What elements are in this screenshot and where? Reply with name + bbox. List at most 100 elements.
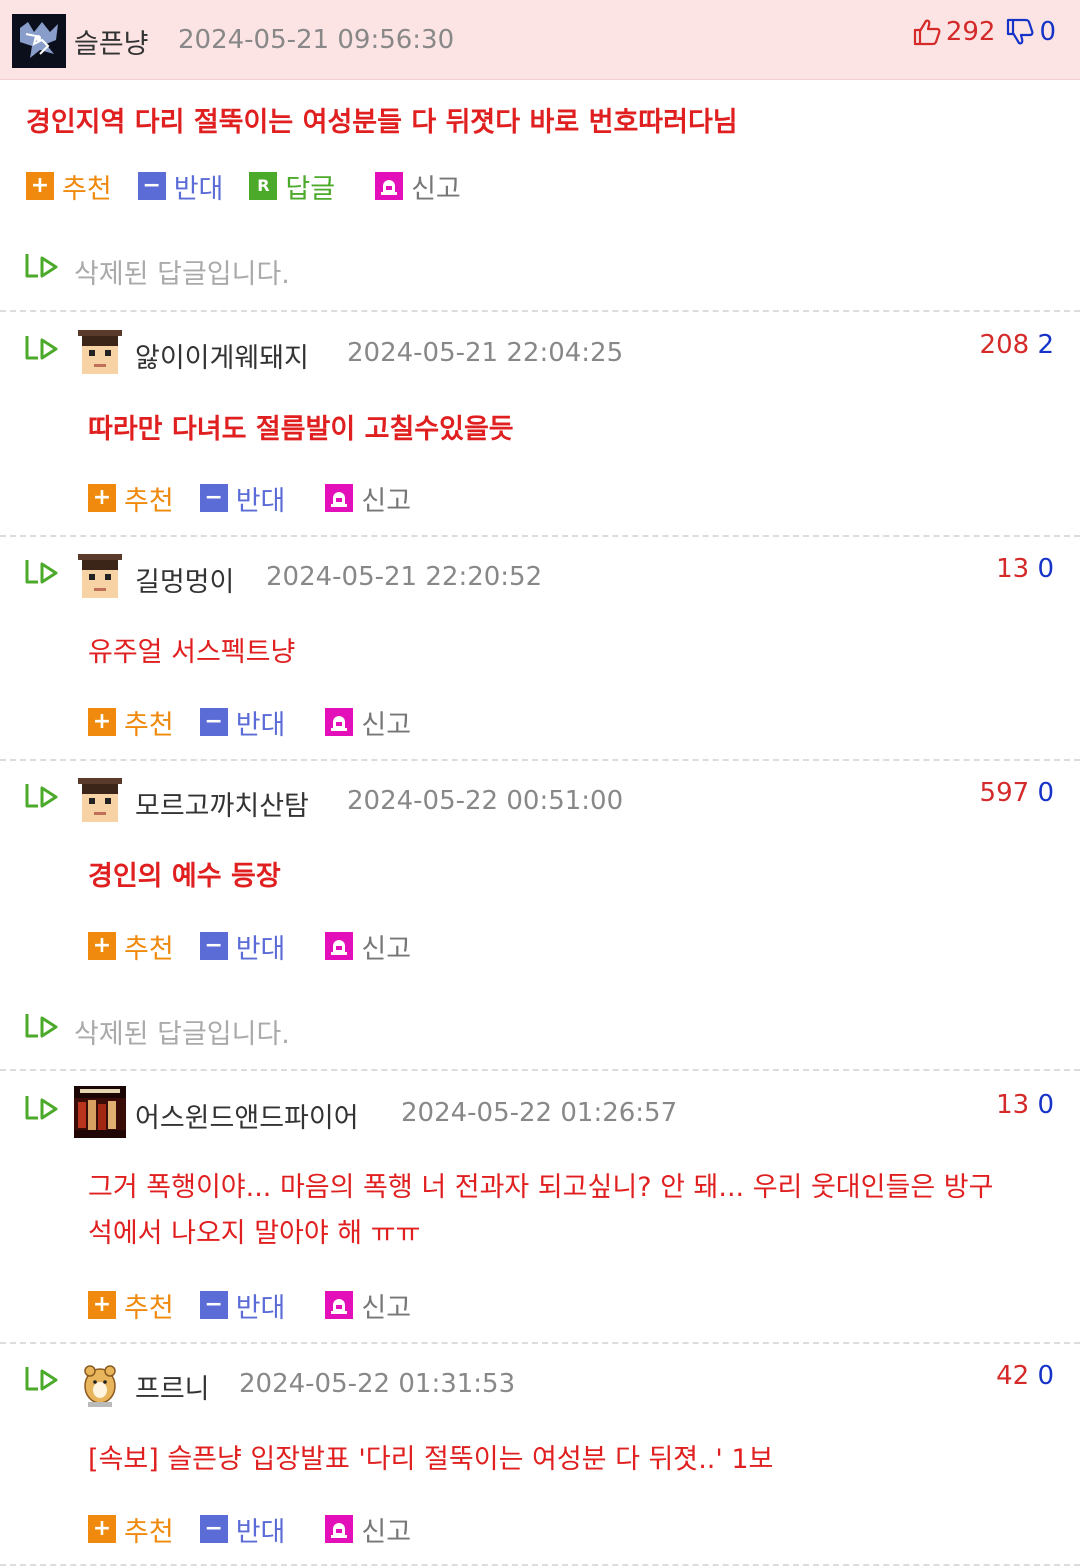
vote-summary: 597 0 <box>980 778 1054 808</box>
divider <box>0 310 1080 312</box>
author-name[interactable]: 앓이이게웨돼지 <box>135 336 309 375</box>
report-label: 신고 <box>411 173 461 205</box>
oppose-label: 반대 <box>235 1292 286 1324</box>
comment-text: 따라만 다녀도 절름발이 고칠수있을듯 <box>88 414 514 445</box>
avatar[interactable] <box>12 14 66 68</box>
avatar[interactable] <box>74 326 126 378</box>
report-button[interactable]: 신고 <box>325 1286 411 1325</box>
reply-label: 답글 <box>285 173 336 205</box>
upvote-count: 208 <box>979 330 1030 360</box>
comment-date: 2024-05-21 22:20:52 <box>266 562 543 592</box>
author-name[interactable]: 프르니 <box>135 1367 210 1406</box>
upvote-count: 13 <box>996 554 1030 584</box>
divider <box>0 1564 1080 1566</box>
comment-date: 2024-05-21 09:56:30 <box>178 25 455 55</box>
minus-icon: − <box>199 932 228 960</box>
oppose-button[interactable]: − 반대 <box>199 1286 286 1325</box>
avatar[interactable] <box>74 550 126 602</box>
avatar[interactable] <box>74 1356 126 1408</box>
divider <box>0 1342 1080 1344</box>
recommend-button[interactable]: + 추천 <box>88 1286 174 1325</box>
author-name[interactable]: 슬픈냥 <box>74 22 149 61</box>
deleted-reply: 삭제된 답글입니다. <box>74 259 290 290</box>
reply-arrow-icon <box>25 336 58 360</box>
recommend-button[interactable]: + 추천 <box>88 703 174 742</box>
divider <box>0 535 1080 537</box>
plus-icon: + <box>88 1291 116 1319</box>
downvote-count: 0 <box>1037 554 1054 584</box>
recommend-label: 추천 <box>124 1516 174 1548</box>
report-label: 신고 <box>361 1516 412 1548</box>
oppose-button[interactable]: − 반대 <box>199 1510 285 1549</box>
oppose-button[interactable]: − 반대 <box>199 479 286 518</box>
comment-text: 경인의 예수 등장 <box>88 861 281 892</box>
plus-icon: + <box>88 1515 116 1543</box>
comment-date: 2024-05-22 01:26:57 <box>401 1098 678 1128</box>
report-button[interactable]: 신고 <box>325 1510 411 1549</box>
minus-icon: − <box>199 1291 228 1319</box>
thumbs-up-icon <box>913 19 941 46</box>
recommend-button[interactable]: + 추천 <box>88 479 174 518</box>
avatar[interactable] <box>74 774 126 826</box>
oppose-button[interactable]: − 반대 <box>199 927 286 966</box>
upvote-count: 292 <box>945 17 996 47</box>
reply-button[interactable]: R 답글 <box>249 167 335 206</box>
reply-arrow-icon <box>25 1014 58 1038</box>
comment-actions: + 추천 − 반대 R 답글 신고 <box>26 167 487 206</box>
downvote-count: 2 <box>1037 330 1054 360</box>
report-button[interactable]: 신고 <box>325 927 411 966</box>
oppose-button[interactable]: − 반대 <box>199 703 285 742</box>
minus-icon: − <box>199 1515 228 1543</box>
minus-icon: − <box>137 172 166 200</box>
report-label: 신고 <box>361 1292 412 1324</box>
upvote-count: 13 <box>996 1090 1030 1120</box>
siren-icon <box>325 1515 354 1543</box>
reply-arrow-icon <box>25 784 58 808</box>
author-name[interactable]: 어스윈드앤드파이어 <box>135 1096 359 1135</box>
plus-icon: + <box>88 708 116 736</box>
downvote-count: 0 <box>1037 1090 1054 1120</box>
comment-text: 유주얼 서스펙트냥 <box>88 637 296 668</box>
report-label: 신고 <box>361 933 412 965</box>
comment-text: [속보] 슬픈냥 입장발표 '다리 절뚝이는 여성분 다 뒤졋..' 1보 <box>88 1444 774 1475</box>
comment-actions: + 추천 − 반대 신고 <box>88 479 437 518</box>
vote-summary: 292 0 <box>912 17 1056 47</box>
plus-icon: + <box>88 932 116 960</box>
oppose-button[interactable]: − 반대 <box>137 167 224 206</box>
comment-actions: + 추천 − 반대 신고 <box>88 703 437 742</box>
report-label: 신고 <box>361 485 412 517</box>
vote-summary: 13 0 <box>996 1090 1054 1120</box>
avatar[interactable] <box>74 1086 126 1138</box>
divider <box>0 1069 1080 1071</box>
comment-text-line: 그거 폭행이야... 마음의 폭행 너 전과자 되고싶니? 안 돼... 우리 … <box>88 1172 994 1203</box>
reply-arrow-icon <box>25 254 58 278</box>
oppose-label: 반대 <box>173 173 224 205</box>
comment-text: 그거 폭행이야... 마음의 폭행 너 전과자 되고싶니? 안 돼... 우리 … <box>88 1165 993 1257</box>
recommend-button[interactable]: + 추천 <box>88 927 174 966</box>
vote-summary: 42 0 <box>996 1361 1054 1391</box>
comment-text-line: 석에서 나오지 말아야 해 ㅠㅠ <box>88 1218 421 1249</box>
oppose-label: 반대 <box>235 933 286 965</box>
main-comment-header: 슬픈냥 2024-05-21 09:56:30 292 0 <box>0 0 1080 80</box>
comment-text: 경인지역 다리 절뚝이는 여성분들 다 뒤졋다 바로 번호따러다님 <box>26 107 738 138</box>
report-button[interactable]: 신고 <box>325 479 411 518</box>
report-button[interactable]: 신고 <box>375 167 461 206</box>
recommend-button[interactable]: + 추천 <box>88 1510 174 1549</box>
oppose-label: 반대 <box>235 485 286 517</box>
author-name[interactable]: 모르고까치산탐 <box>135 784 309 823</box>
plus-icon: + <box>88 484 116 512</box>
recommend-button[interactable]: + 추천 <box>26 167 112 206</box>
comment-actions: + 추천 − 반대 신고 <box>88 927 437 966</box>
reply-arrow-icon <box>25 560 58 584</box>
divider <box>0 759 1080 761</box>
report-label: 신고 <box>361 709 412 741</box>
comment-date: 2024-05-21 22:04:25 <box>347 338 624 368</box>
author-name[interactable]: 길멍멍이 <box>135 560 234 599</box>
minus-icon: − <box>199 708 228 736</box>
siren-icon <box>325 708 354 736</box>
downvote-count: 0 <box>1037 1361 1054 1391</box>
recommend-label: 추천 <box>124 1292 174 1324</box>
recommend-label: 추천 <box>124 485 174 517</box>
report-button[interactable]: 신고 <box>325 703 411 742</box>
plus-icon: + <box>26 172 54 200</box>
